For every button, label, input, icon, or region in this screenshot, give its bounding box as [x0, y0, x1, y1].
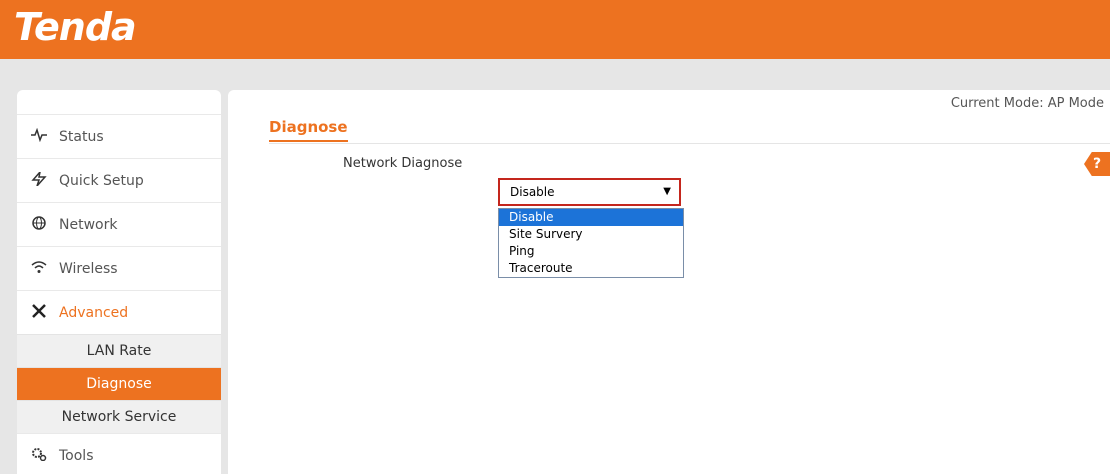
main-panel: Current Mode: AP Mode Diagnose ? Network…: [228, 90, 1110, 474]
sidebar-item-label: Network: [59, 216, 118, 233]
sidebar-item-advanced[interactable]: Advanced: [17, 290, 221, 334]
sidebar-item-tools[interactable]: Tools: [17, 433, 221, 474]
tools-icon: [17, 303, 59, 323]
sidebar-item-status[interactable]: Status: [17, 114, 221, 158]
option-disable[interactable]: Disable: [499, 209, 683, 226]
sidebar-subitem-network-service[interactable]: Network Service: [17, 400, 221, 433]
sidebar-item-wireless[interactable]: Wireless: [17, 246, 221, 290]
sidebar-item-quick-setup[interactable]: Quick Setup: [17, 158, 221, 202]
sidebar-item-label: Advanced: [59, 304, 129, 321]
sidebar-item-network[interactable]: Network: [17, 202, 221, 246]
sidebar-item-label: Wireless: [59, 260, 118, 277]
dropdown-list: Disable Site Survery Ping Traceroute: [498, 208, 684, 278]
pulse-icon: [17, 127, 59, 146]
current-mode-text: Current Mode: AP Mode: [950, 96, 1104, 111]
lightning-icon: [17, 169, 59, 190]
sidebar-subitem-diagnose[interactable]: Diagnose: [17, 367, 221, 400]
option-traceroute[interactable]: Traceroute: [499, 260, 683, 277]
option-site-survey[interactable]: Site Survery: [499, 226, 683, 243]
network-diagnose-label: Network Diagnose: [343, 156, 463, 171]
select-value: Disable: [510, 185, 555, 199]
sidebar-item-label: Quick Setup: [59, 172, 144, 189]
page-title: Diagnose: [269, 118, 348, 142]
gears-icon: [17, 446, 59, 465]
tenda-logo: Tenda: [14, 5, 137, 49]
sidebar-item-label: Tools: [59, 447, 94, 464]
title-divider: [269, 143, 1110, 144]
sidebar: Status Quick Setup Network Wireless Adva…: [17, 90, 221, 474]
dropdown-arrow-icon: ▼: [663, 186, 671, 197]
globe-icon: [17, 215, 59, 234]
wifi-icon: [17, 259, 59, 278]
header-bar: Tenda: [0, 0, 1110, 59]
help-button[interactable]: ?: [1084, 152, 1110, 176]
sidebar-item-label: Status: [59, 128, 104, 145]
option-ping[interactable]: Ping: [499, 243, 683, 260]
network-diagnose-select[interactable]: Disable ▼: [498, 178, 681, 206]
sidebar-subitem-lan-rate[interactable]: LAN Rate: [17, 334, 221, 367]
